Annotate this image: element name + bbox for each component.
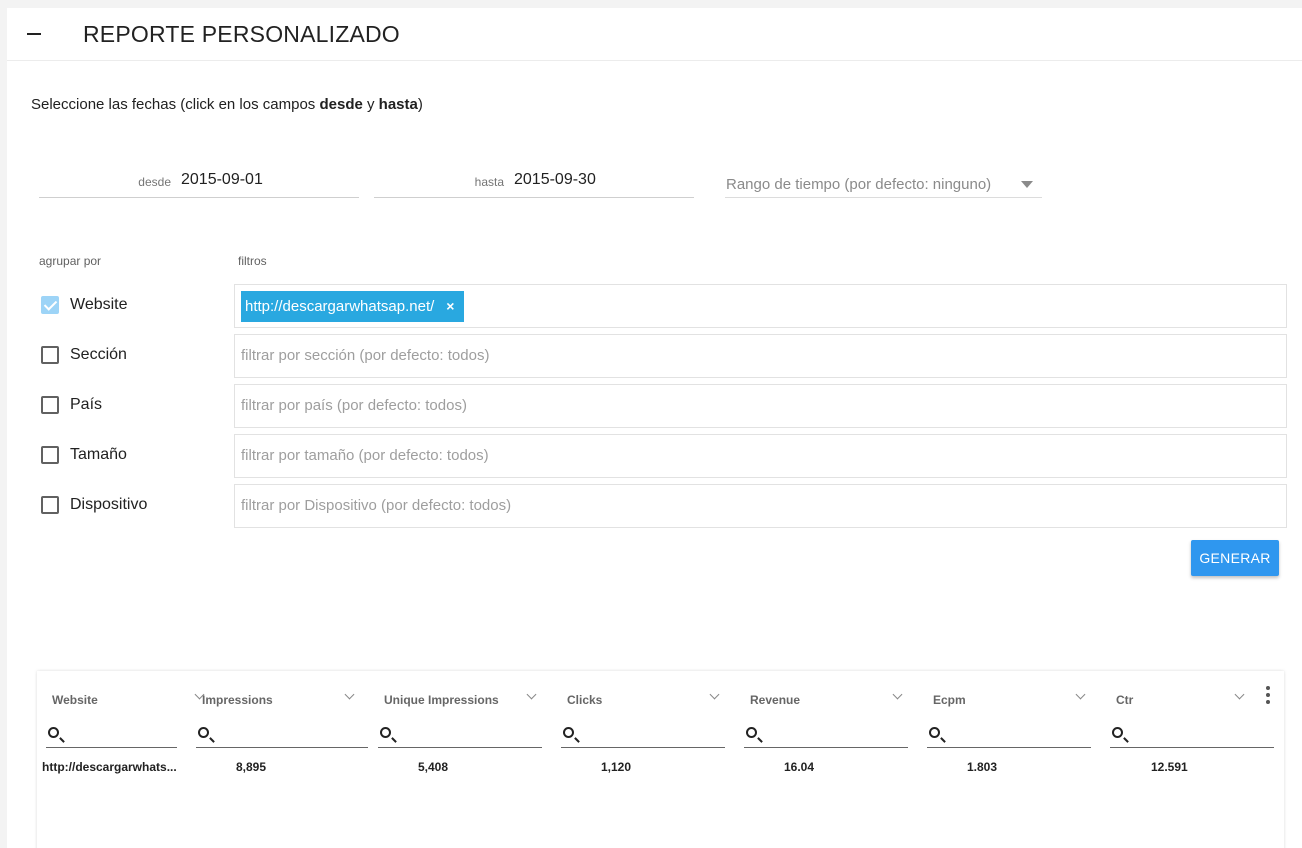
group-by-heading: agrupar por [39,254,102,268]
country-filter-placeholder: filtrar por país (por defecto: todos) [241,397,467,414]
grid-column-ctr: Ctr 12.591 [1101,671,1283,848]
checkbox-checked-icon[interactable] [41,296,59,314]
search-icon [198,727,209,738]
group-by-label: Website [70,296,128,313]
grid-column-impressions: Impressions 8,895 [187,671,369,848]
desde-label: desde [138,175,171,189]
chevron-down-icon[interactable] [892,689,903,700]
search-icon [48,727,59,738]
section-filter-placeholder: filtrar por sección (por defecto: todos) [241,347,490,364]
collapse-button[interactable] [25,22,47,44]
column-search-input[interactable] [46,723,177,748]
chevron-down-icon[interactable] [526,689,537,700]
column-header[interactable]: Ctr [1116,693,1133,707]
page-left-border [0,0,7,848]
page-top-border [0,0,1302,8]
minus-icon [27,33,41,35]
column-search-input[interactable] [196,723,368,748]
table-cell: 1,120 [601,760,632,774]
time-range-select[interactable]: Rango de tiempo (por defecto: ninguno) [725,173,1042,198]
hasta-label: hasta [474,175,504,189]
date-instructions: Seleccione las fechas (click en los camp… [31,96,423,113]
column-header[interactable]: Ecpm [933,693,966,707]
table-cell: http://descargarwhats... [42,760,177,774]
report-grid: Website http://descargarwhats... Impress… [37,671,1284,848]
column-search-input[interactable] [927,723,1091,748]
panel-header: REPORTE PERSONALIZADO [7,8,1302,61]
grid-column-clicks: Clicks 1,120 [552,671,734,848]
table-cell: 12.591 [1151,760,1188,774]
country-filter-input[interactable]: filtrar por país (por defecto: todos) [234,384,1287,428]
column-search-input[interactable] [561,723,725,748]
desde-date-field[interactable]: desde 2015-09-01 [39,170,359,198]
hasta-date-field[interactable]: hasta 2015-09-30 [374,170,694,198]
chip-label: http://descargarwhatsap.net/ [245,298,435,315]
search-icon [1112,727,1123,738]
chip-remove-icon[interactable]: × [446,291,454,322]
dropdown-caret-icon [1021,181,1033,188]
chevron-down-icon[interactable] [709,689,720,700]
section-filter-input[interactable]: filtrar por sección (por defecto: todos) [234,334,1287,378]
desde-value[interactable]: 2015-09-01 [181,171,263,189]
chevron-down-icon[interactable] [1234,689,1245,700]
group-by-label: País [70,396,103,413]
column-header[interactable]: Impressions [202,693,273,707]
hasta-value[interactable]: 2015-09-30 [514,171,596,189]
column-search-input[interactable] [1110,723,1274,748]
column-header[interactable]: Clicks [567,693,602,707]
group-by-label: Dispositivo [70,496,148,513]
column-header[interactable]: Website [52,693,98,707]
size-filter-input[interactable]: filtrar por tamaño (por defecto: todos) [234,434,1287,478]
column-menu-icon[interactable] [1263,685,1273,707]
table-cell: 5,408 [418,760,449,774]
grid-column-revenue: Revenue 16.04 [735,671,917,848]
column-search-input[interactable] [744,723,908,748]
search-icon [929,727,940,738]
device-filter-input[interactable]: filtrar por Dispositivo (por defecto: to… [234,484,1287,528]
search-icon [563,727,574,738]
filters-heading: filtros [238,254,267,268]
generate-button[interactable]: GENERAR [1191,540,1279,576]
table-cell: 8,895 [236,760,267,774]
group-by-label: Tamaño [70,446,127,463]
chevron-down-icon[interactable] [1075,689,1086,700]
checkbox-icon[interactable] [41,346,59,364]
page-title: REPORTE PERSONALIZADO [83,21,400,47]
time-range-placeholder: Rango de tiempo (por defecto: ninguno) [726,176,992,193]
grid-column-unique-impressions: Unique Impressions 5,408 [369,671,551,848]
checkbox-icon[interactable] [41,396,59,414]
search-icon [746,727,757,738]
group-by-label: Sección [70,346,127,363]
size-filter-placeholder: filtrar por tamaño (por defecto: todos) [241,447,489,464]
grid-column-ecpm: Ecpm 1.803 [918,671,1100,848]
checkbox-icon[interactable] [41,496,59,514]
column-header[interactable]: Unique Impressions [384,693,499,707]
checkbox-icon[interactable] [41,446,59,464]
table-cell: 16.04 [784,760,815,774]
column-search-input[interactable] [378,723,542,748]
column-header[interactable]: Revenue [750,693,800,707]
website-filter-input[interactable]: http://descargarwhatsap.net/ × [234,284,1287,328]
table-cell: 1.803 [967,760,998,774]
search-icon [380,727,391,738]
device-filter-placeholder: filtrar por Dispositivo (por defecto: to… [241,497,512,514]
chevron-down-icon[interactable] [344,689,355,700]
website-filter-chip: http://descargarwhatsap.net/ × [241,291,465,322]
